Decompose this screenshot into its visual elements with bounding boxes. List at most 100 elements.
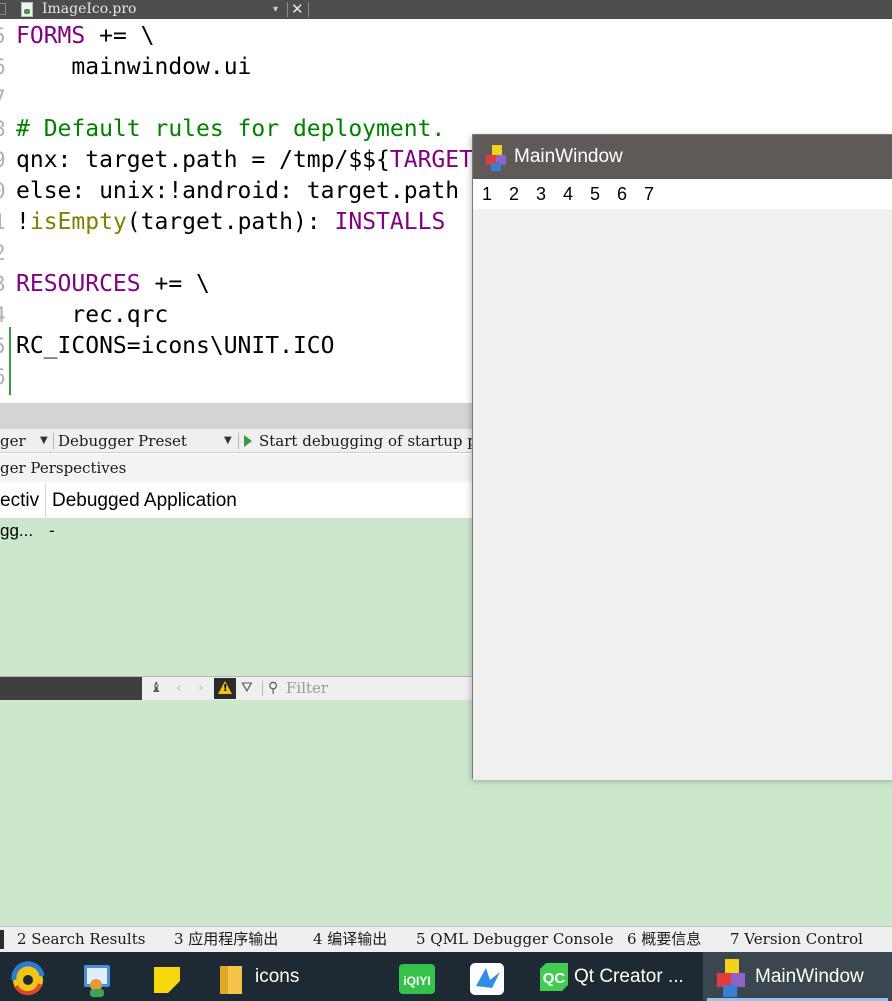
toolbar-divider (238, 433, 239, 449)
open-file-name[interactable]: ImageIco.pro (42, 0, 137, 19)
output-pane-tabs: 2 Search Results 3 应用程序输出 4 编译输出 5 QML D… (0, 926, 892, 952)
taskbar-qt-creator[interactable]: QC Qt Creator ... (530, 952, 694, 1001)
tab-general-messages[interactable]: 6 概要信息 (627, 927, 701, 952)
perspective-cell: gg... (0, 518, 40, 544)
code-token: rec.qrc (16, 302, 169, 328)
file-list-dropdown-icon[interactable]: ▾ (273, 0, 278, 19)
tab-divider (308, 2, 309, 17)
code-line[interactable]: qnx: target.path = /tmp/$${TARGET (16, 145, 473, 176)
start-debugging-icon[interactable] (244, 435, 252, 447)
line-number: 8 (0, 117, 7, 141)
bird-app-icon (470, 963, 504, 995)
tab-compile-output[interactable]: 4 编译输出 (313, 927, 387, 952)
tab-application-output[interactable]: 3 应用程序输出 (174, 927, 278, 952)
taskbar-folder-icons[interactable]: icons (212, 952, 322, 1001)
issues-pane-header (0, 677, 142, 700)
clear-icon[interactable]: ♝ (150, 677, 163, 700)
debugger-selector[interactable]: ger (0, 429, 26, 453)
main-window-title: MainWindow (514, 146, 623, 167)
code-token: # Default rules for deployment. (16, 116, 446, 142)
taskbar-main-window[interactable]: MainWindow (703, 952, 892, 1001)
perspective-cell-text: gg... (0, 521, 34, 540)
tab-overflow-indicator (0, 3, 6, 15)
code-line[interactable]: !isEmpty(target.path): INSTALLS (16, 207, 445, 238)
chevron-down-icon[interactable]: ▼ (224, 429, 232, 453)
main-window-central-widget (473, 209, 892, 780)
tab-version-control[interactable]: 7 Version Control (730, 927, 863, 952)
main-window-title-bar[interactable]: MainWindow (473, 135, 892, 179)
line-number: 4 (0, 303, 7, 327)
tab-qml-debugger-console[interactable]: 5 QML Debugger Console (416, 927, 613, 952)
tab-divider (287, 2, 288, 17)
qt-creator-window-label: Qt Creator ... (574, 966, 684, 987)
menu-item-1[interactable]: 1 (482, 179, 492, 209)
folder-icon (220, 966, 242, 994)
warning-filter-toggle[interactable]: ! (214, 678, 236, 699)
line-number: 9 (0, 148, 7, 172)
line-number: 6 (0, 55, 7, 79)
main-window[interactable]: MainWindow 1 2 3 4 5 6 7 (472, 134, 892, 780)
taskbar-app-sticky-notes[interactable] (146, 952, 186, 1001)
code-line[interactable]: RESOURCES += \ (16, 269, 210, 300)
app-cube-icon (717, 959, 745, 997)
code-line[interactable]: mainwindow.ui (16, 52, 251, 83)
menu-item-4[interactable]: 4 (563, 179, 573, 209)
debugger-preset-selector[interactable]: Debugger Preset (58, 429, 187, 453)
code-token: FORMS (16, 23, 86, 49)
iqiyi-icon-text: iQIYI (403, 974, 430, 988)
code-line[interactable]: # Default rules for deployment. (16, 114, 445, 145)
code-token: += \ (140, 271, 210, 297)
code-token: INSTALLS (334, 209, 446, 235)
filter-input[interactable]: Filter (286, 677, 328, 700)
pane-tab-stub (0, 930, 4, 949)
editor-tab-bar: ImageIco.pro ▾ ✕ (0, 0, 892, 19)
taskbar-app-iqiyi[interactable]: iQIYI (392, 952, 442, 1001)
qt-creator-icon: QC (540, 963, 568, 991)
chevron-down-icon[interactable]: ▼ (40, 429, 48, 453)
qt-creator-icon-text: QC (543, 970, 566, 987)
menu-item-6[interactable]: 6 (617, 179, 627, 209)
code-token: ! (16, 209, 30, 235)
code-line[interactable]: FORMS += \ (16, 21, 155, 52)
main-window-taskbar-label: MainWindow (755, 966, 864, 987)
close-file-icon[interactable]: ✕ (291, 0, 304, 19)
menu-item-5[interactable]: 5 (590, 179, 600, 209)
code-token: mainwindow.ui (16, 54, 252, 80)
warning-icon-glyph: ! (223, 683, 228, 694)
code-line[interactable]: rec.qrc (16, 300, 168, 331)
menu-item-7[interactable]: 7 (644, 179, 654, 209)
code-token: += \ (85, 23, 155, 49)
tab-search-results[interactable]: 2 Search Results (17, 927, 145, 952)
menu-item-2[interactable]: 2 (509, 179, 519, 209)
code-token: isEmpty (29, 209, 127, 235)
code-token: RC_ICONS=icons\UNIT.ICO (16, 333, 335, 359)
toolbar-divider (262, 681, 263, 696)
previous-item-icon[interactable]: ‹ (176, 677, 182, 700)
line-number: 0 (0, 179, 7, 203)
code-token: TARGET (389, 147, 473, 173)
line-number: 5 (0, 334, 7, 358)
pro-file-icon (21, 2, 33, 17)
code-line[interactable]: RC_ICONS=icons\UNIT.ICO (16, 331, 335, 362)
next-item-icon[interactable]: › (198, 677, 204, 700)
iqiyi-icon: iQIYI (399, 964, 435, 994)
filter-icon[interactable]: ⛛ (241, 677, 253, 700)
code-token: qnx: target.path = /tmp/$${ (16, 147, 390, 173)
code-line[interactable]: else: unix:!android: target.path (16, 176, 459, 207)
sticky-notes-icon (154, 967, 180, 993)
taskbar-app-swirl[interactable] (0, 952, 56, 1001)
taskbar-app-bird[interactable] (462, 952, 512, 1001)
perspective-column-header[interactable]: ectiv (0, 483, 44, 518)
taskbar-app-contacts[interactable] (76, 952, 120, 1001)
contacts-app-icon (84, 965, 110, 997)
debugged-application-column-header[interactable]: Debugged Application (52, 483, 237, 518)
line-number: 1 (0, 210, 7, 234)
line-number: 5 (0, 24, 7, 48)
app-cube-icon (486, 145, 506, 171)
perspectives-label: ger Perspectives (0, 459, 127, 477)
folder-window-label: icons (255, 966, 300, 987)
menu-item-3[interactable]: 3 (536, 179, 546, 209)
swirl-app-icon (11, 961, 45, 996)
search-icon: ⚲ (268, 680, 279, 696)
column-divider[interactable] (45, 483, 46, 518)
